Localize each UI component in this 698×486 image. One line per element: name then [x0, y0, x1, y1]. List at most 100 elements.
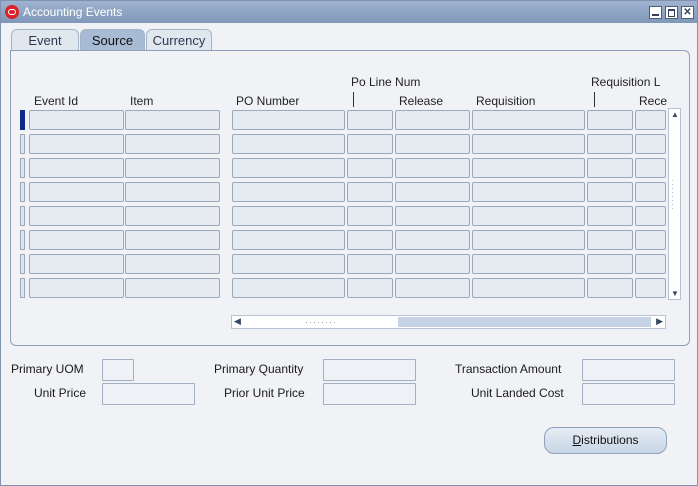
- requisition-line-cell[interactable]: [587, 110, 633, 130]
- release-cell[interactable]: [395, 206, 470, 226]
- scroll-thumb[interactable]: ········: [671, 177, 678, 219]
- event-id-cell[interactable]: [29, 182, 124, 202]
- row-indicator[interactable]: [20, 134, 25, 154]
- unit-landed-cost-label: Unit Landed Cost: [471, 386, 564, 400]
- header-group-divider: [353, 92, 354, 107]
- tab-currency[interactable]: Currency: [146, 29, 212, 52]
- distributions-button[interactable]: Distributions: [544, 427, 667, 454]
- item-cell[interactable]: [125, 158, 220, 178]
- event-id-cell[interactable]: [29, 134, 124, 154]
- item-cell[interactable]: [125, 230, 220, 250]
- po-line-num-cell[interactable]: [347, 134, 393, 154]
- title-bar: Accounting Events ✕: [1, 1, 697, 23]
- event-id-cell[interactable]: [29, 230, 124, 250]
- requisition-line-cell[interactable]: [587, 230, 633, 250]
- horizontal-scrollbar[interactable]: ◀ ········ ▶: [231, 315, 666, 329]
- row-indicator[interactable]: [20, 254, 25, 274]
- event-id-cell[interactable]: [29, 158, 124, 178]
- distributions-mnemonic: D: [572, 433, 582, 447]
- tab-source[interactable]: Source: [80, 29, 145, 52]
- po-line-num-cell[interactable]: [347, 230, 393, 250]
- receipt-cell[interactable]: [635, 158, 666, 178]
- tab-event[interactable]: Event: [11, 29, 79, 52]
- scroll-thumb[interactable]: ········: [246, 317, 396, 327]
- receipt-cell[interactable]: [635, 278, 666, 298]
- po-number-cell[interactable]: [232, 206, 345, 226]
- po-line-num-cell[interactable]: [347, 110, 393, 130]
- item-cell[interactable]: [125, 254, 220, 274]
- po-number-cell[interactable]: [232, 278, 345, 298]
- requisition-line-cell[interactable]: [587, 158, 633, 178]
- requisition-cell[interactable]: [472, 110, 585, 130]
- receipt-cell[interactable]: [635, 110, 666, 130]
- primary-quantity-field[interactable]: [323, 359, 416, 381]
- po-line-num-cell[interactable]: [347, 278, 393, 298]
- scroll-down-icon[interactable]: ▼: [671, 289, 679, 298]
- row-indicator[interactable]: [20, 278, 25, 298]
- unit-landed-cost-field[interactable]: [582, 383, 675, 405]
- prior-unit-price-field[interactable]: [323, 383, 416, 405]
- po-number-cell[interactable]: [232, 182, 345, 202]
- row-indicator[interactable]: [20, 206, 25, 226]
- scroll-right-icon[interactable]: ▶: [656, 316, 663, 327]
- row-indicator[interactable]: [20, 182, 25, 202]
- release-cell[interactable]: [395, 110, 470, 130]
- vertical-scrollbar[interactable]: ▲ · · · · · · · · ▼: [668, 108, 681, 300]
- release-cell[interactable]: [395, 230, 470, 250]
- receipt-cell[interactable]: [635, 134, 666, 154]
- release-cell[interactable]: [395, 254, 470, 274]
- release-cell[interactable]: [395, 134, 470, 154]
- receipt-cell[interactable]: [635, 230, 666, 250]
- po-number-cell[interactable]: [232, 230, 345, 250]
- requisition-line-cell[interactable]: [587, 206, 633, 226]
- maximize-icon[interactable]: [665, 6, 678, 19]
- po-line-num-cell[interactable]: [347, 182, 393, 202]
- receipt-cell[interactable]: [635, 206, 666, 226]
- item-cell[interactable]: [125, 134, 220, 154]
- scroll-track[interactable]: [398, 317, 651, 327]
- header-requisition-line: Requisition L: [591, 75, 661, 89]
- event-id-cell[interactable]: [29, 278, 124, 298]
- item-cell[interactable]: [125, 110, 220, 130]
- item-cell[interactable]: [125, 206, 220, 226]
- requisition-cell[interactable]: [472, 206, 585, 226]
- event-id-cell[interactable]: [29, 110, 124, 130]
- requisition-cell[interactable]: [472, 158, 585, 178]
- scroll-left-icon[interactable]: ◀: [234, 316, 241, 327]
- oracle-icon: [5, 5, 19, 19]
- requisition-line-cell[interactable]: [587, 182, 633, 202]
- requisition-line-cell[interactable]: [587, 254, 633, 274]
- row-indicator[interactable]: [20, 230, 25, 250]
- po-line-num-cell[interactable]: [347, 206, 393, 226]
- release-cell[interactable]: [395, 278, 470, 298]
- requisition-cell[interactable]: [472, 230, 585, 250]
- requisition-line-cell[interactable]: [587, 278, 633, 298]
- release-cell[interactable]: [395, 182, 470, 202]
- transaction-amount-field[interactable]: [582, 359, 675, 381]
- scroll-up-icon[interactable]: ▲: [671, 110, 679, 119]
- requisition-cell[interactable]: [472, 278, 585, 298]
- event-id-cell[interactable]: [29, 206, 124, 226]
- unit-price-field[interactable]: [102, 383, 195, 405]
- row-indicator[interactable]: [20, 110, 25, 130]
- po-line-num-cell[interactable]: [347, 158, 393, 178]
- po-number-cell[interactable]: [232, 254, 345, 274]
- requisition-cell[interactable]: [472, 254, 585, 274]
- release-cell[interactable]: [395, 158, 470, 178]
- requisition-cell[interactable]: [472, 182, 585, 202]
- event-id-cell[interactable]: [29, 254, 124, 274]
- close-icon[interactable]: ✕: [681, 6, 694, 19]
- minimize-icon[interactable]: [649, 6, 662, 19]
- item-cell[interactable]: [125, 278, 220, 298]
- primary-uom-field[interactable]: [102, 359, 134, 381]
- po-line-num-cell[interactable]: [347, 254, 393, 274]
- receipt-cell[interactable]: [635, 254, 666, 274]
- po-number-cell[interactable]: [232, 134, 345, 154]
- po-number-cell[interactable]: [232, 158, 345, 178]
- po-number-cell[interactable]: [232, 110, 345, 130]
- item-cell[interactable]: [125, 182, 220, 202]
- requisition-cell[interactable]: [472, 134, 585, 154]
- requisition-line-cell[interactable]: [587, 134, 633, 154]
- receipt-cell[interactable]: [635, 182, 666, 202]
- row-indicator[interactable]: [20, 158, 25, 178]
